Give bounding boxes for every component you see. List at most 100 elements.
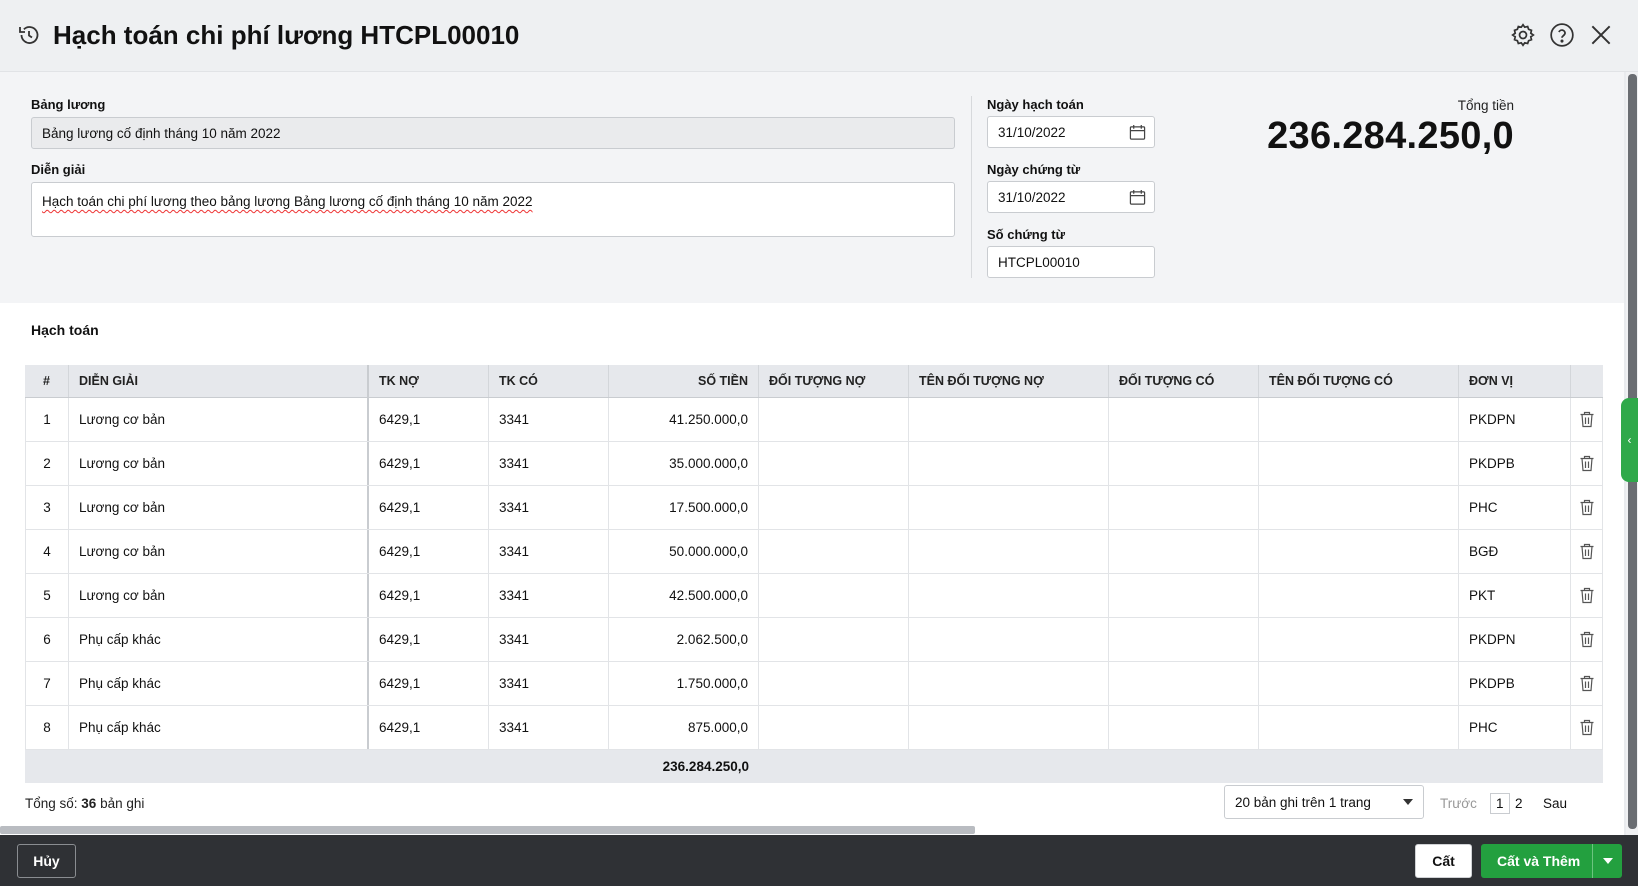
cell-credit-object-name[interactable] <box>1259 486 1459 529</box>
cell-credit-object-name[interactable] <box>1259 662 1459 705</box>
cell-credit-object[interactable] <box>1109 398 1259 441</box>
voucher-date-field[interactable]: 31/10/2022 <box>987 181 1155 213</box>
cell-unit[interactable]: PHC <box>1459 706 1571 749</box>
cell-debit-object-name[interactable] <box>909 574 1109 617</box>
trash-icon[interactable] <box>1579 631 1595 648</box>
cell-debit-object-name[interactable] <box>909 706 1109 749</box>
cell-debit-object-name[interactable] <box>909 486 1109 529</box>
cell-debit-object[interactable] <box>759 442 909 485</box>
col-header-debit-object-name[interactable]: TÊN ĐỐI TƯỢNG NỢ <box>909 365 1109 397</box>
table-row[interactable]: 6 Phụ cấp khác 6429,1 3341 2.062.500,0 PKDPN <box>26 618 1602 662</box>
posting-date-field[interactable]: 31/10/2022 <box>987 116 1155 148</box>
cell-debit-object[interactable] <box>759 618 909 661</box>
save-and-new-button[interactable]: Cất và Thêm <box>1481 844 1622 878</box>
cell-description[interactable]: Phụ cấp khác <box>69 618 369 661</box>
cell-debit-account[interactable]: 6429,1 <box>369 442 489 485</box>
col-header-debit-account[interactable]: TK NỢ <box>369 365 489 397</box>
trash-icon[interactable] <box>1579 455 1595 472</box>
cell-amount[interactable]: 17.500.000,0 <box>609 486 759 529</box>
table-row[interactable]: 7 Phụ cấp khác 6429,1 3341 1.750.000,0 PKDPB <box>26 662 1602 706</box>
cell-credit-account[interactable]: 3341 <box>489 662 609 705</box>
cell-unit[interactable]: PKDPN <box>1459 398 1571 441</box>
cell-credit-account[interactable]: 3341 <box>489 618 609 661</box>
cell-unit[interactable]: PKDPB <box>1459 662 1571 705</box>
cell-amount[interactable]: 2.062.500,0 <box>609 618 759 661</box>
trash-icon[interactable] <box>1579 543 1595 560</box>
cell-debit-object-name[interactable] <box>909 662 1109 705</box>
cell-credit-object-name[interactable] <box>1259 574 1459 617</box>
cell-unit[interactable]: PKT <box>1459 574 1571 617</box>
cell-description[interactable]: Lương cơ bản <box>69 530 369 573</box>
table-row[interactable]: 3 Lương cơ bản 6429,1 3341 17.500.000,0 PHC <box>26 486 1602 530</box>
prev-page-link[interactable]: Trước <box>1440 796 1477 811</box>
table-row[interactable]: 1 Lương cơ bản 6429,1 3341 41.250.000,0 PKDPN <box>26 398 1602 442</box>
cell-credit-object-name[interactable] <box>1259 706 1459 749</box>
trash-icon[interactable] <box>1579 587 1595 604</box>
cell-credit-object[interactable] <box>1109 486 1259 529</box>
cell-unit[interactable]: PHC <box>1459 486 1571 529</box>
cell-debit-account[interactable]: 6429,1 <box>369 662 489 705</box>
cell-credit-object[interactable] <box>1109 442 1259 485</box>
cell-debit-object-name[interactable] <box>909 530 1109 573</box>
save-button[interactable]: Cất <box>1415 844 1472 878</box>
payroll-field[interactable]: Bảng lương cố định tháng 10 năm 2022 <box>31 117 955 149</box>
cell-debit-account[interactable]: 6429,1 <box>369 530 489 573</box>
cell-amount[interactable]: 35.000.000,0 <box>609 442 759 485</box>
cell-unit[interactable]: BGĐ <box>1459 530 1571 573</box>
cell-debit-account[interactable]: 6429,1 <box>369 618 489 661</box>
cell-debit-account[interactable]: 6429,1 <box>369 398 489 441</box>
trash-icon[interactable] <box>1579 499 1595 516</box>
cell-unit[interactable]: PKDPB <box>1459 442 1571 485</box>
cell-credit-object[interactable] <box>1109 530 1259 573</box>
description-field[interactable]: Hạch toán chi phí lương theo bảng lương … <box>31 182 955 237</box>
cell-debit-object-name[interactable] <box>909 398 1109 441</box>
cell-credit-account[interactable]: 3341 <box>489 442 609 485</box>
table-row[interactable]: 4 Lương cơ bản 6429,1 3341 50.000.000,0 BGĐ <box>26 530 1602 574</box>
next-page-link[interactable]: Sau <box>1543 796 1567 811</box>
col-header-debit-object[interactable]: ĐỐI TƯỢNG NỢ <box>759 365 909 397</box>
cell-credit-object-name[interactable] <box>1259 618 1459 661</box>
cell-debit-object[interactable] <box>759 398 909 441</box>
cell-debit-account[interactable]: 6429,1 <box>369 706 489 749</box>
page-size-select[interactable]: 20 bản ghi trên 1 trang <box>1224 785 1424 819</box>
gear-icon[interactable] <box>1510 22 1536 48</box>
cell-amount[interactable]: 42.500.000,0 <box>609 574 759 617</box>
cell-credit-object[interactable] <box>1109 662 1259 705</box>
col-header-credit-account[interactable]: TK CÓ <box>489 365 609 397</box>
cell-debit-object[interactable] <box>759 662 909 705</box>
cancel-button[interactable]: Hủy <box>17 844 76 878</box>
cell-description[interactable]: Lương cơ bản <box>69 574 369 617</box>
cell-debit-object[interactable] <box>759 530 909 573</box>
trash-icon[interactable] <box>1579 411 1595 428</box>
cell-description[interactable]: Lương cơ bản <box>69 486 369 529</box>
cell-description[interactable]: Phụ cấp khác <box>69 662 369 705</box>
cell-credit-account[interactable]: 3341 <box>489 530 609 573</box>
calendar-icon[interactable] <box>1129 124 1146 141</box>
side-panel-toggle[interactable]: ‹ <box>1621 398 1638 482</box>
cell-debit-account[interactable]: 6429,1 <box>369 486 489 529</box>
col-header-description[interactable]: DIỄN GIẢI <box>69 365 369 397</box>
cell-description[interactable]: Lương cơ bản <box>69 398 369 441</box>
cell-credit-account[interactable]: 3341 <box>489 486 609 529</box>
cell-amount[interactable]: 1.750.000,0 <box>609 662 759 705</box>
cell-credit-object[interactable] <box>1109 574 1259 617</box>
cell-credit-object[interactable] <box>1109 618 1259 661</box>
help-icon[interactable] <box>1549 22 1575 48</box>
cell-debit-object[interactable] <box>759 486 909 529</box>
cell-credit-account[interactable]: 3341 <box>489 706 609 749</box>
cell-unit[interactable]: PKDPN <box>1459 618 1571 661</box>
voucher-no-field[interactable]: HTCPL00010 <box>987 246 1155 278</box>
cell-debit-object[interactable] <box>759 574 909 617</box>
cell-debit-object-name[interactable] <box>909 442 1109 485</box>
trash-icon[interactable] <box>1579 719 1595 736</box>
cell-amount[interactable]: 41.250.000,0 <box>609 398 759 441</box>
col-header-credit-object[interactable]: ĐỐI TƯỢNG CÓ <box>1109 365 1259 397</box>
cell-credit-object-name[interactable] <box>1259 398 1459 441</box>
close-icon[interactable] <box>1588 22 1614 48</box>
table-row[interactable]: 5 Lương cơ bản 6429,1 3341 42.500.000,0 PKT <box>26 574 1602 618</box>
page-2-link[interactable]: 2 <box>1515 796 1523 811</box>
page-1-link[interactable]: 1 <box>1490 793 1510 814</box>
cell-credit-object-name[interactable] <box>1259 530 1459 573</box>
save-options-dropdown[interactable] <box>1592 844 1622 878</box>
table-row[interactable]: 8 Phụ cấp khác 6429,1 3341 875.000,0 PHC <box>26 706 1602 750</box>
